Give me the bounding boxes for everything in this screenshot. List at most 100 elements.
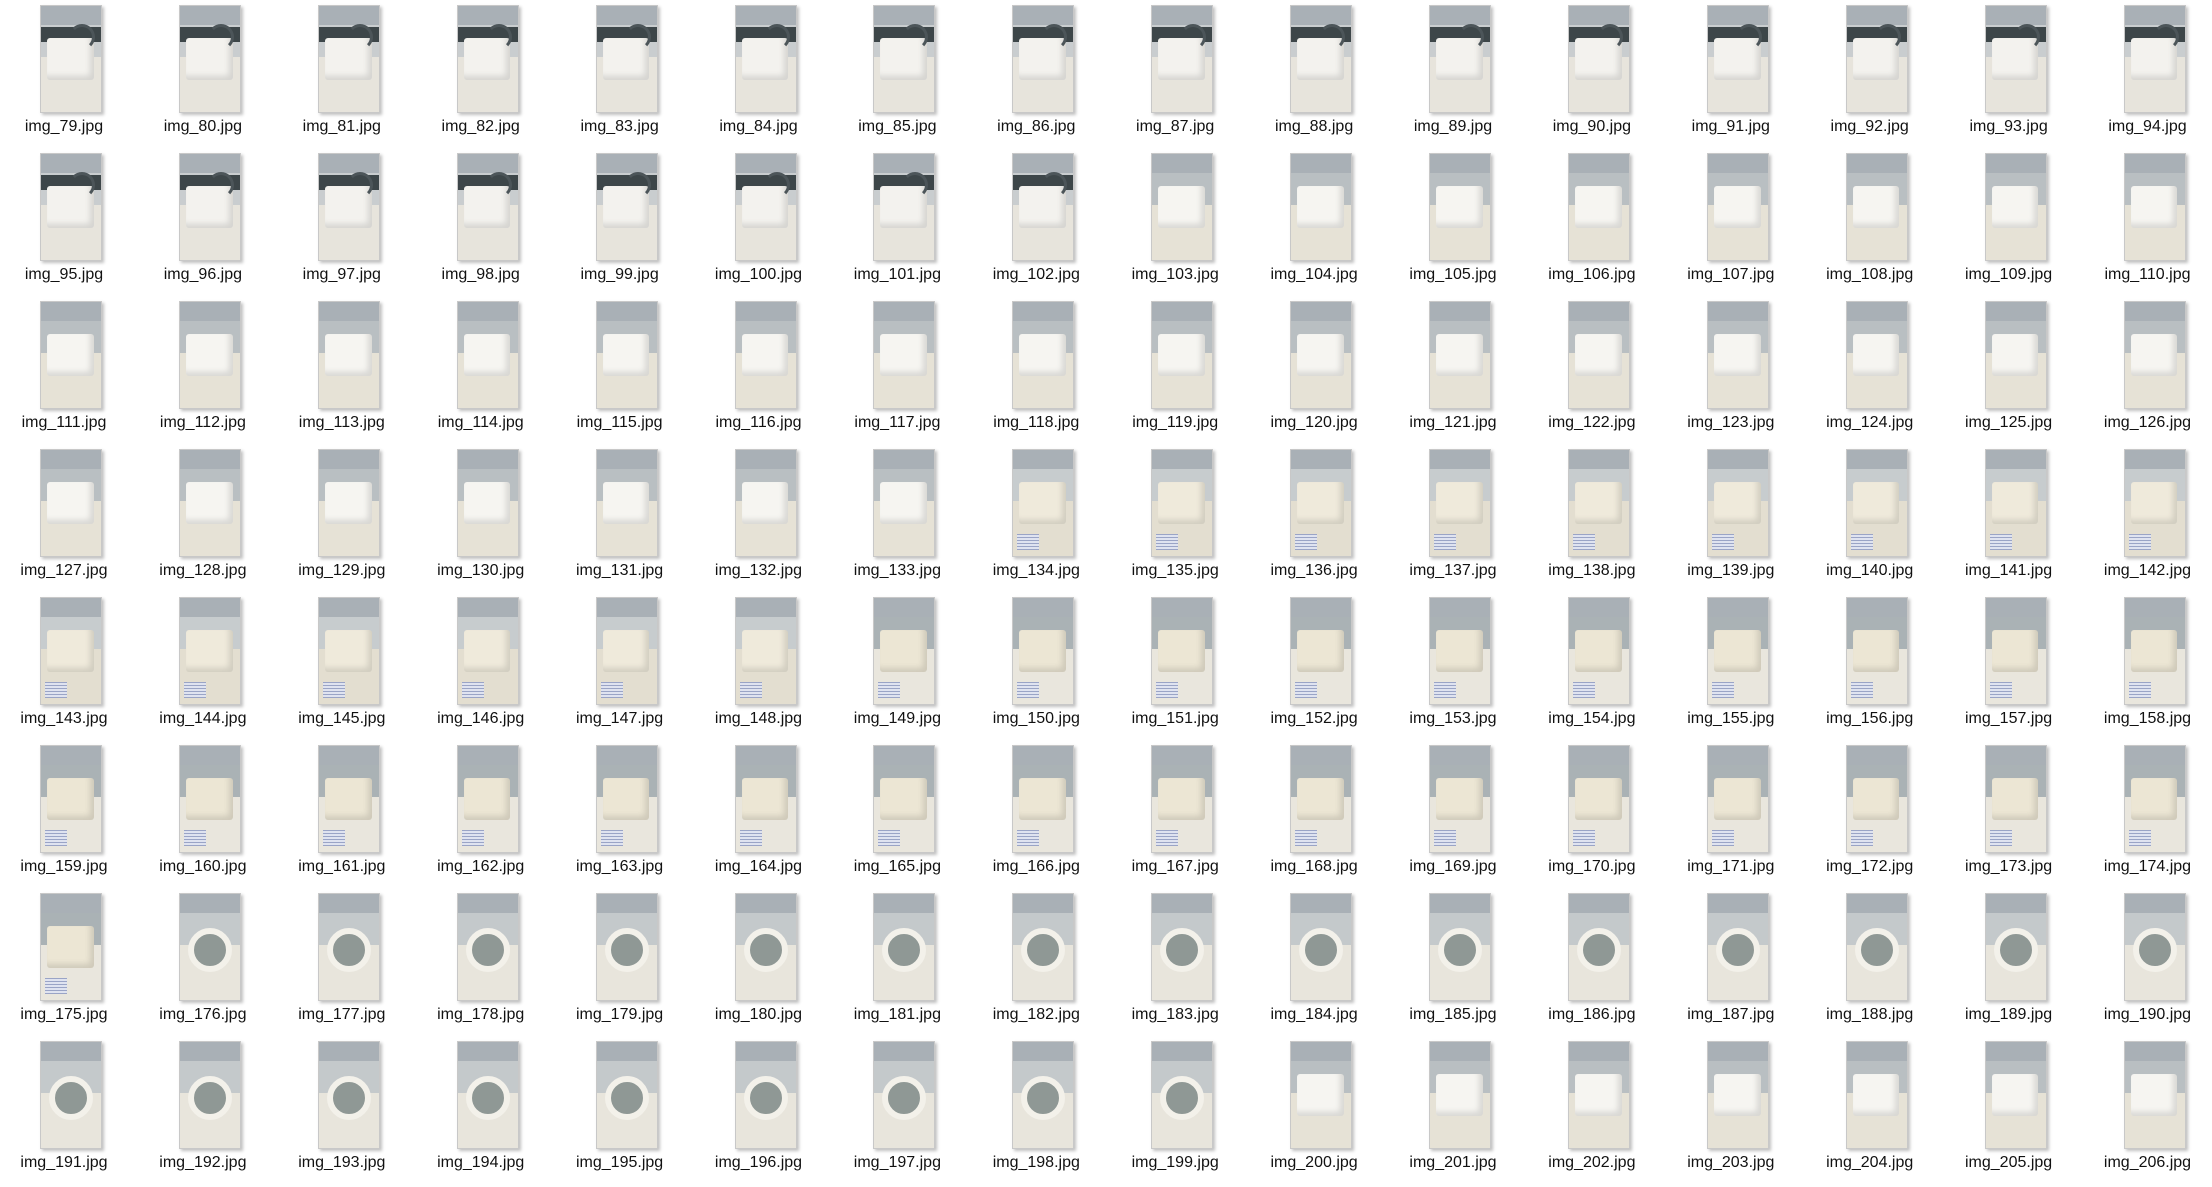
file-item[interactable]: img_198.jpg — [970, 1036, 1102, 1176]
file-item[interactable]: img_99.jpg — [554, 148, 686, 288]
file-item[interactable]: img_113.jpg — [276, 296, 408, 436]
file-item[interactable]: img_166.jpg — [970, 740, 1102, 880]
file-item[interactable]: img_133.jpg — [831, 444, 963, 584]
file-item[interactable]: img_158.jpg — [2082, 592, 2212, 732]
file-item[interactable]: img_200.jpg — [1248, 1036, 1380, 1176]
file-item[interactable]: img_79.jpg — [0, 0, 130, 140]
file-item[interactable]: img_196.jpg — [693, 1036, 825, 1176]
file-item[interactable]: img_125.jpg — [1943, 296, 2075, 436]
file-item[interactable]: img_140.jpg — [1804, 444, 1936, 584]
file-item[interactable]: img_90.jpg — [1526, 0, 1658, 140]
file-item[interactable]: img_188.jpg — [1804, 888, 1936, 1028]
file-item[interactable]: img_181.jpg — [831, 888, 963, 1028]
file-item[interactable]: img_103.jpg — [1109, 148, 1241, 288]
file-item[interactable]: img_138.jpg — [1526, 444, 1658, 584]
file-item[interactable]: img_86.jpg — [970, 0, 1102, 140]
file-item[interactable]: img_168.jpg — [1248, 740, 1380, 880]
file-item[interactable]: img_97.jpg — [276, 148, 408, 288]
file-item[interactable]: img_172.jpg — [1804, 740, 1936, 880]
file-item[interactable]: img_88.jpg — [1248, 0, 1380, 140]
file-item[interactable]: img_142.jpg — [2082, 444, 2212, 584]
file-item[interactable]: img_187.jpg — [1665, 888, 1797, 1028]
file-item[interactable]: img_112.jpg — [137, 296, 269, 436]
file-item[interactable]: img_176.jpg — [137, 888, 269, 1028]
file-item[interactable]: img_120.jpg — [1248, 296, 1380, 436]
file-item[interactable]: img_127.jpg — [0, 444, 130, 584]
file-item[interactable]: img_115.jpg — [554, 296, 686, 436]
file-item[interactable]: img_124.jpg — [1804, 296, 1936, 436]
file-item[interactable]: img_186.jpg — [1526, 888, 1658, 1028]
file-item[interactable]: img_105.jpg — [1387, 148, 1519, 288]
file-item[interactable]: img_139.jpg — [1665, 444, 1797, 584]
file-item[interactable]: img_135.jpg — [1109, 444, 1241, 584]
file-item[interactable]: img_111.jpg — [0, 296, 130, 436]
file-item[interactable]: img_131.jpg — [554, 444, 686, 584]
file-item[interactable]: img_155.jpg — [1665, 592, 1797, 732]
file-item[interactable]: img_114.jpg — [415, 296, 547, 436]
file-item[interactable]: img_189.jpg — [1943, 888, 2075, 1028]
file-item[interactable]: img_183.jpg — [1109, 888, 1241, 1028]
file-item[interactable]: img_91.jpg — [1665, 0, 1797, 140]
file-item[interactable]: img_84.jpg — [693, 0, 825, 140]
file-item[interactable]: img_193.jpg — [276, 1036, 408, 1176]
file-item[interactable]: img_106.jpg — [1526, 148, 1658, 288]
file-item[interactable]: img_195.jpg — [554, 1036, 686, 1176]
file-item[interactable]: img_164.jpg — [693, 740, 825, 880]
file-item[interactable]: img_204.jpg — [1804, 1036, 1936, 1176]
file-item[interactable]: img_128.jpg — [137, 444, 269, 584]
file-item[interactable]: img_202.jpg — [1526, 1036, 1658, 1176]
file-item[interactable]: img_94.jpg — [2082, 0, 2212, 140]
file-item[interactable]: img_102.jpg — [970, 148, 1102, 288]
file-item[interactable]: img_148.jpg — [693, 592, 825, 732]
file-item[interactable]: img_110.jpg — [2082, 148, 2212, 288]
file-item[interactable]: img_175.jpg — [0, 888, 130, 1028]
file-item[interactable]: img_190.jpg — [2082, 888, 2212, 1028]
file-item[interactable]: img_162.jpg — [415, 740, 547, 880]
file-item[interactable]: img_122.jpg — [1526, 296, 1658, 436]
file-item[interactable]: img_173.jpg — [1943, 740, 2075, 880]
file-item[interactable]: img_194.jpg — [415, 1036, 547, 1176]
file-item[interactable]: img_147.jpg — [554, 592, 686, 732]
file-item[interactable]: img_161.jpg — [276, 740, 408, 880]
file-item[interactable]: img_153.jpg — [1387, 592, 1519, 732]
file-item[interactable]: img_197.jpg — [831, 1036, 963, 1176]
file-item[interactable]: img_205.jpg — [1943, 1036, 2075, 1176]
file-item[interactable]: img_169.jpg — [1387, 740, 1519, 880]
file-item[interactable]: img_123.jpg — [1665, 296, 1797, 436]
file-item[interactable]: img_185.jpg — [1387, 888, 1519, 1028]
file-item[interactable]: img_191.jpg — [0, 1036, 130, 1176]
file-item[interactable]: img_136.jpg — [1248, 444, 1380, 584]
file-item[interactable]: img_137.jpg — [1387, 444, 1519, 584]
file-item[interactable]: img_206.jpg — [2082, 1036, 2212, 1176]
file-item[interactable]: img_118.jpg — [970, 296, 1102, 436]
file-item[interactable]: img_101.jpg — [831, 148, 963, 288]
file-item[interactable]: img_92.jpg — [1804, 0, 1936, 140]
file-item[interactable]: img_96.jpg — [137, 148, 269, 288]
file-item[interactable]: img_146.jpg — [415, 592, 547, 732]
file-item[interactable]: img_89.jpg — [1387, 0, 1519, 140]
file-item[interactable]: img_203.jpg — [1665, 1036, 1797, 1176]
file-item[interactable]: img_163.jpg — [554, 740, 686, 880]
file-item[interactable]: img_117.jpg — [831, 296, 963, 436]
file-item[interactable]: img_192.jpg — [137, 1036, 269, 1176]
file-item[interactable]: img_177.jpg — [276, 888, 408, 1028]
file-item[interactable]: img_98.jpg — [415, 148, 547, 288]
file-item[interactable]: img_178.jpg — [415, 888, 547, 1028]
file-item[interactable]: img_159.jpg — [0, 740, 130, 880]
file-item[interactable]: img_100.jpg — [693, 148, 825, 288]
file-item[interactable]: img_93.jpg — [1943, 0, 2075, 140]
file-item[interactable]: img_145.jpg — [276, 592, 408, 732]
file-item[interactable]: img_144.jpg — [137, 592, 269, 732]
file-item[interactable]: img_165.jpg — [831, 740, 963, 880]
file-item[interactable]: img_82.jpg — [415, 0, 547, 140]
file-item[interactable]: img_154.jpg — [1526, 592, 1658, 732]
file-item[interactable]: img_151.jpg — [1109, 592, 1241, 732]
file-item[interactable]: img_104.jpg — [1248, 148, 1380, 288]
file-item[interactable]: img_167.jpg — [1109, 740, 1241, 880]
file-item[interactable]: img_80.jpg — [137, 0, 269, 140]
file-item[interactable]: img_171.jpg — [1665, 740, 1797, 880]
file-item[interactable]: img_201.jpg — [1387, 1036, 1519, 1176]
file-item[interactable]: img_87.jpg — [1109, 0, 1241, 140]
file-item[interactable]: img_152.jpg — [1248, 592, 1380, 732]
file-item[interactable]: img_134.jpg — [970, 444, 1102, 584]
